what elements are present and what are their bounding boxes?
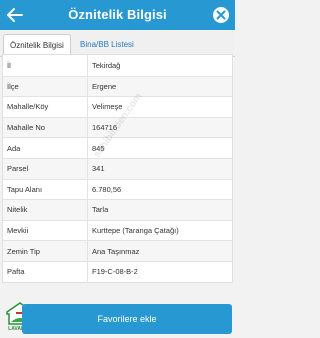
attribute-key: Tapu Alanı xyxy=(3,179,88,200)
add-favorites-button[interactable]: Favorilere ekle xyxy=(22,304,232,334)
attribute-value: F19-C-08-B-2 xyxy=(92,267,138,277)
attribute-key: Pafta xyxy=(3,261,88,282)
attribute-key: Mahalle No xyxy=(3,117,88,138)
table-row: İl Tekirdağ xyxy=(3,55,232,76)
attribute-value: Kurttepe (Taranga Çatağı) xyxy=(92,226,179,236)
table-row: Tapu Alanı 6.780,56 xyxy=(3,178,232,200)
table-row: Mevkii Kurttepe (Taranga Çatağı) xyxy=(3,219,232,241)
attribute-value: 341 xyxy=(92,164,105,174)
attribute-value: Velimeşe xyxy=(92,102,123,112)
table-row: Pafta F19-C-08-B-2 xyxy=(3,260,232,282)
tab-building-list[interactable]: Bina/BB Listesi xyxy=(74,34,140,56)
table-row: Mahalle/Köy Velimeşe xyxy=(3,96,232,117)
attribute-table: İl Tekirdağ İlçe Ergene Mahalle/Köy Velimeş… xyxy=(2,54,233,283)
top-bar: Öznitelik Bilgisi xyxy=(0,0,235,30)
attribute-value: 6.780,56 xyxy=(92,184,122,194)
table-row: Mahalle No 164716 xyxy=(3,116,232,138)
attribute-value: 845 xyxy=(92,143,105,153)
attribute-key: Mahalle/Köy xyxy=(3,97,88,117)
tab-bar: Öznitelik Bilgisi Bina/BB Listesi xyxy=(0,30,235,57)
table-row: Ada 845 xyxy=(3,137,232,158)
page-title: Öznitelik Bilgisi xyxy=(68,7,167,22)
attribute-value: Tarla xyxy=(92,205,109,215)
attribute-value: 164716 xyxy=(92,123,118,133)
footer: LAVANDA Favorilere ekle xyxy=(0,302,235,338)
table-row: İlçe Ergene xyxy=(3,75,232,97)
attribute-key: Parsel xyxy=(3,158,88,179)
attribute-key: Mevkii xyxy=(3,220,88,241)
table-row: Zemin Tip Ana Taşınmaz xyxy=(3,240,232,261)
attribute-key: İl xyxy=(3,55,88,76)
attribute-key: Nitelik xyxy=(3,200,88,220)
attribute-key: Ada xyxy=(3,138,88,158)
attribute-key: Zemin Tip xyxy=(3,241,88,261)
attribute-value: Tekirdağ xyxy=(92,60,121,70)
attribute-value: Ergene xyxy=(92,81,117,91)
attribute-key: İlçe xyxy=(3,76,88,97)
table-row: Parsel 341 xyxy=(3,157,232,179)
close-icon[interactable] xyxy=(211,5,231,25)
table-row: Nitelik Tarla xyxy=(3,199,232,220)
attribute-value: Ana Taşınmaz xyxy=(92,246,140,256)
